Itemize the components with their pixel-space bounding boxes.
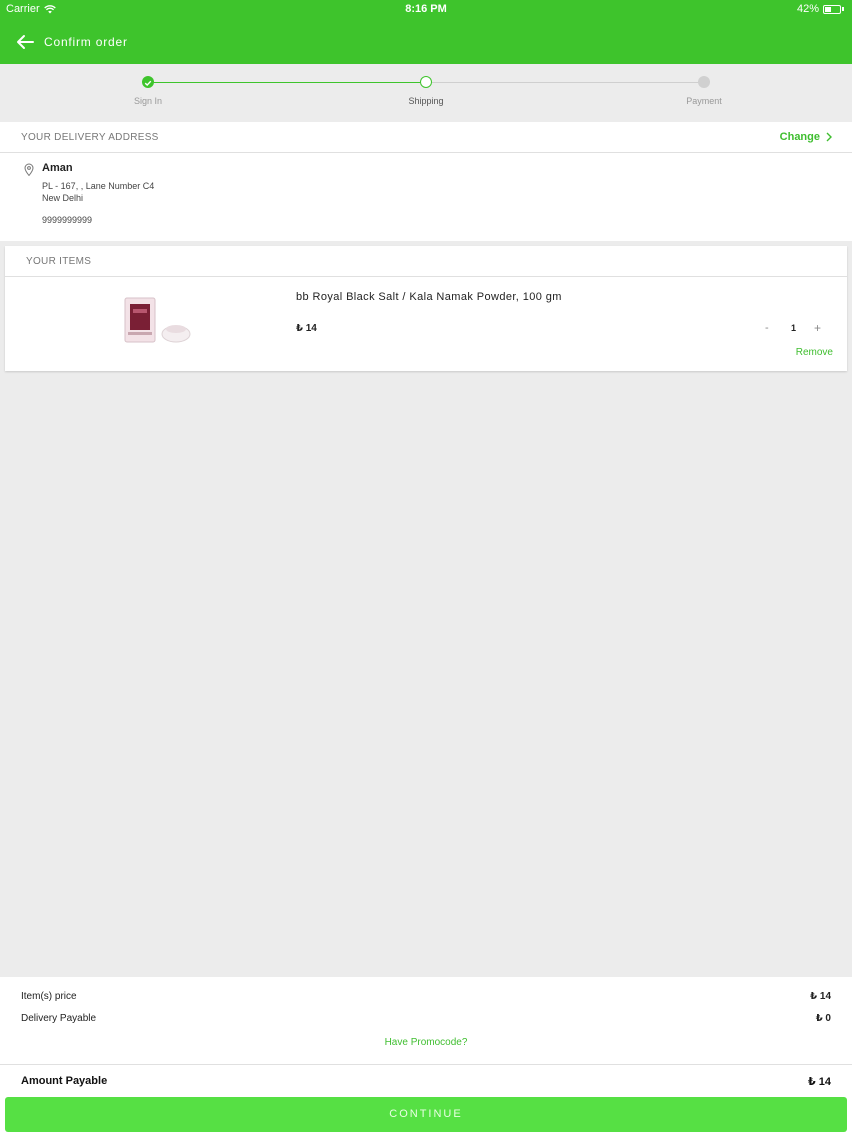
quantity-value: 1 [791, 323, 797, 333]
step-shipping-dot [420, 76, 432, 88]
your-items-card: YOUR ITEMS bb Royal Black Salt / Kala Na… [5, 246, 847, 371]
stepper-line-completed [148, 82, 425, 83]
items-header: YOUR ITEMS [5, 246, 847, 277]
continue-button[interactable]: CONTINUE [5, 1097, 847, 1132]
amount-payable-row: Amount Payable ₺ 14 [21, 1075, 831, 1088]
promocode-link[interactable]: Have Promocode? [0, 1037, 852, 1048]
step-label-signin: Sign In [133, 96, 163, 106]
status-battery: 42% [797, 3, 844, 15]
address-line-1: PL - 167, , Lane Number C4 [42, 181, 155, 191]
product-price: ₺ 14 [296, 323, 317, 334]
arrow-left-icon[interactable] [14, 33, 36, 51]
address-phone: 9999999999 [42, 215, 93, 225]
stepper-line-pending [426, 82, 704, 83]
items-price-value: ₺ 14 [810, 991, 831, 1002]
address-line-2: New Delhi [42, 193, 84, 203]
navbar: Confirm order [0, 24, 852, 60]
quantity-decrease-button[interactable]: - [765, 322, 769, 334]
quantity-increase-button[interactable]: + [814, 321, 821, 335]
remove-item-button[interactable]: Remove [796, 347, 833, 358]
items-price-label: Item(s) price [21, 991, 77, 1002]
delivery-address-card: YOUR DELIVERY ADDRESS Change Aman PL - 1… [0, 122, 852, 241]
battery-level-fill [825, 6, 831, 12]
battery-tip [842, 7, 844, 11]
address-section-title: YOUR DELIVERY ADDRESS [21, 132, 159, 143]
checkout-stepper: Sign In Shipping Payment [0, 64, 852, 122]
change-label: Change [779, 131, 820, 143]
change-address-button[interactable]: Change [780, 131, 832, 143]
product-image [124, 297, 191, 343]
items-price-row: Item(s) price ₺ 14 [21, 991, 831, 1002]
address-name: Aman [42, 162, 73, 174]
step-label-shipping: Shipping [408, 96, 444, 106]
amount-payable-label: Amount Payable [21, 1075, 108, 1087]
product-name: bb Royal Black Salt / Kala Namak Powder,… [296, 291, 562, 303]
app-header: Carrier 8:16 PM 42% Confirm order [0, 0, 852, 64]
status-bar: Carrier 8:16 PM 42% [0, 0, 852, 18]
amount-payable-value: ₺ 14 [808, 1076, 831, 1088]
location-pin-icon [24, 163, 34, 176]
status-time: 8:16 PM [405, 3, 447, 15]
delivery-row: Delivery Payable ₺ 0 [21, 1013, 831, 1024]
delivery-value: ₺ 0 [815, 1013, 831, 1024]
battery-icon [823, 4, 841, 14]
battery-percent: 42% [796, 3, 819, 15]
summary-divider [0, 1064, 852, 1065]
step-signin-check-icon [142, 76, 154, 88]
step-label-payment: Payment [686, 96, 722, 106]
delivery-label: Delivery Payable [21, 1013, 97, 1024]
page-title: Confirm order [44, 35, 128, 49]
address-header: YOUR DELIVERY ADDRESS Change [0, 122, 852, 153]
items-section-title: YOUR ITEMS [26, 256, 92, 267]
step-payment-dot [698, 76, 710, 88]
chevron-right-icon [826, 132, 832, 142]
